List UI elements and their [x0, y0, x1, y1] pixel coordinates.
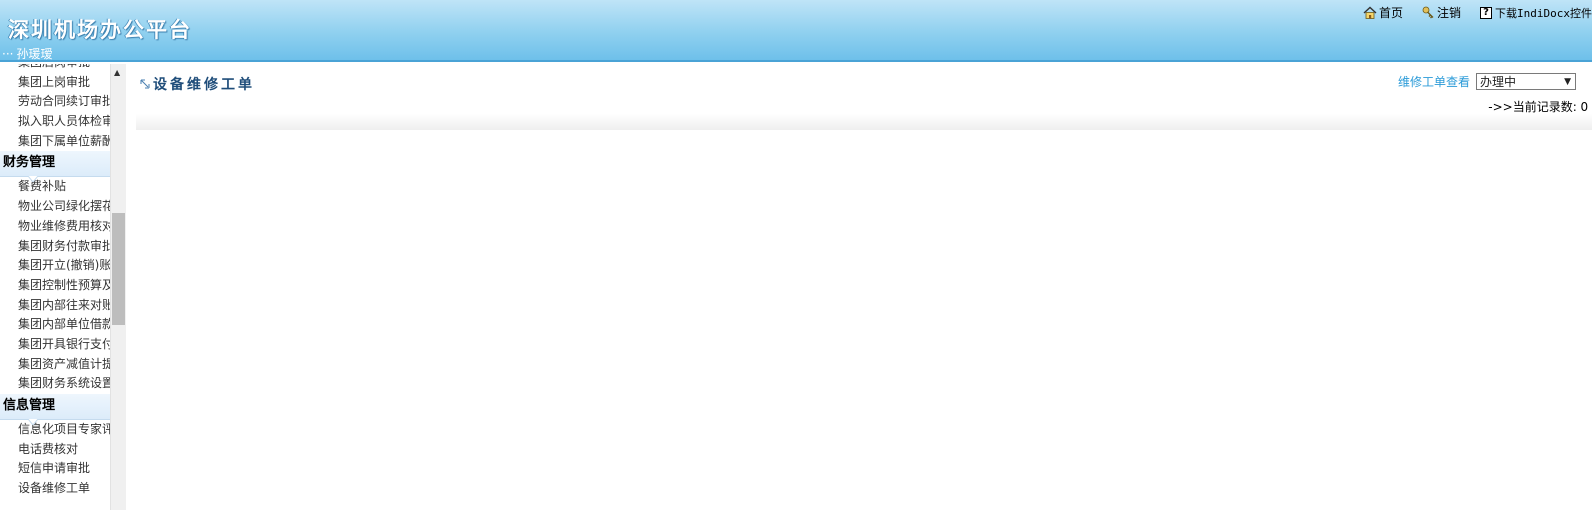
sidebar-item[interactable]: 餐费补贴 [0, 177, 110, 197]
sidebar-item[interactable]: 集团财务付款审批 [0, 237, 110, 257]
sidebar-group-information[interactable]: 信息管理 [0, 394, 110, 425]
help-icon: ? [1479, 6, 1493, 20]
top-links: 首页 注销 ? 下载IndiDocx控件 [1345, 4, 1592, 21]
sidebar-group-label: 信息管理 [3, 398, 56, 413]
sidebar-item[interactable]: 集团内部往来对账 [0, 296, 110, 316]
sidebar-item[interactable]: 信息化项目专家评 [0, 420, 110, 440]
sidebar-item[interactable]: 短信申请审批 [0, 459, 110, 479]
sidebar-menu: 集团后岗审批 集团上岗审批 劳动合同续订审批 拟入职人员体检审 集团下属单位薪酬… [0, 64, 110, 499]
group-notch-icon [28, 419, 38, 425]
sidebar-item[interactable]: 集团资产减值计提 [0, 355, 110, 375]
sidebar-item[interactable]: 集团内部单位借款 [0, 315, 110, 335]
sidebar-item[interactable]: 集团开立(撤销)账 [0, 256, 110, 276]
sidebar-item[interactable]: 拟入职人员体检审 [0, 112, 110, 132]
download-control-link[interactable]: ? 下载IndiDocx控件 [1479, 5, 1592, 21]
sidebar-item[interactable]: 设备维修工单 [0, 479, 110, 499]
group-notch-icon [28, 176, 38, 183]
sidebar-item[interactable]: 集团后岗审批 [0, 64, 110, 73]
toolbar-strip [136, 114, 1592, 130]
home-link[interactable]: 首页 [1363, 4, 1403, 21]
logout-link-label: 注销 [1437, 6, 1462, 20]
page-title: 设备维修工单 [153, 77, 255, 93]
record-count: ->>当前记录数: 0 条 [1488, 100, 1592, 114]
dropdown-arrow-icon: ▼ [1564, 76, 1571, 87]
sidebar-item[interactable]: 电话费核对 [0, 440, 110, 460]
status-select-value: 办理中 [1480, 75, 1517, 89]
sidebar-group-finance[interactable]: 财务管理 [0, 151, 110, 183]
filter-row: 维修工单查看 办理中 ▼ [1398, 73, 1576, 90]
sidebar-item[interactable]: 集团开具银行支付 [0, 335, 110, 355]
sidebar-item[interactable]: 集团财务系统设置 [0, 374, 110, 394]
sidebar: 集团后岗审批 集团上岗审批 劳动合同续订审批 拟入职人员体检审 集团下属单位薪酬… [0, 64, 126, 510]
sidebar-item[interactable]: 劳动合同续订审批 [0, 92, 110, 112]
logout-link[interactable]: 注销 [1421, 4, 1461, 21]
sidebar-group-label: 财务管理 [3, 155, 56, 171]
sidebar-item[interactable]: 物业维修费用核对 [0, 217, 110, 237]
page-title-row: 设备维修工单 [140, 74, 255, 94]
sidebar-scrollbar[interactable]: ▲ [110, 64, 126, 510]
status-select[interactable]: 办理中 ▼ [1476, 73, 1576, 90]
scroll-up-arrow-icon[interactable]: ▲ [114, 68, 120, 77]
sidebar-item[interactable]: 物业公司绿化摆花 [0, 197, 110, 217]
app-header: 深圳机场办公平台 ··· 孙瑗瑷 首页 注销 ? 下载IndiDocx控件 [0, 0, 1592, 62]
user-name: 孙瑗瑷 [16, 47, 53, 61]
main-content: 设备维修工单 维修工单查看 办理中 ▼ ->>当前记录数: 0 条 [136, 64, 1592, 510]
download-control-label: 下载IndiDocx控件 [1495, 6, 1592, 20]
sidebar-item[interactable]: 集团控制性预算及 [0, 276, 110, 296]
logout-icon [1421, 6, 1435, 20]
app-title: 深圳机场办公平台 [8, 17, 192, 42]
scroll-thumb[interactable] [112, 213, 125, 325]
user-prefix: ··· [2, 47, 14, 61]
sidebar-item[interactable]: 集团下属单位薪酬 [0, 132, 110, 152]
current-user: ··· 孙瑗瑷 [2, 45, 52, 62]
home-icon [1363, 6, 1377, 20]
sidebar-item[interactable]: 集团上岗审批 [0, 73, 110, 93]
home-link-label: 首页 [1378, 6, 1403, 20]
filter-label[interactable]: 维修工单查看 [1398, 73, 1470, 90]
expand-arrow-icon [140, 79, 150, 89]
